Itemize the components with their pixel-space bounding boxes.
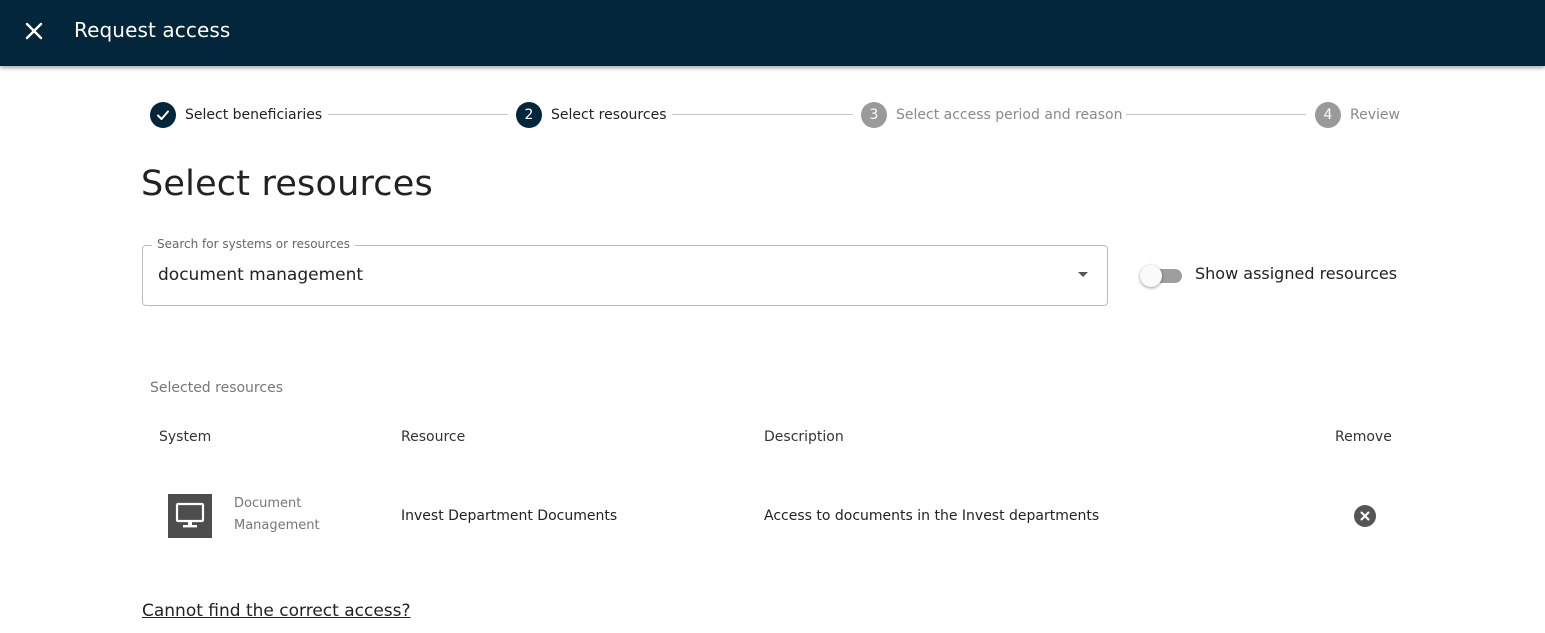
top-app-bar: Request access <box>0 0 1545 66</box>
show-assigned-toggle[interactable] <box>1140 265 1184 287</box>
search-input-label: Search for systems or resources <box>152 237 356 251</box>
toggle-thumb <box>1140 265 1162 287</box>
remove-circle-icon[interactable] <box>1354 505 1376 527</box>
resource-description: Access to documents in the Invest depart… <box>764 508 1100 524</box>
step-number: 3 <box>861 102 887 128</box>
step-select-access-period[interactable]: 3 Select access period and reason <box>861 101 1122 129</box>
step-label: Select resources <box>551 107 667 123</box>
step-label: Select beneficiaries <box>185 107 323 123</box>
cannot-find-access-link[interactable]: Cannot find the correct access? <box>142 601 411 621</box>
step-select-resources[interactable]: 2 Select resources <box>516 101 667 129</box>
show-assigned-label[interactable]: Show assigned resources <box>1195 264 1397 283</box>
system-name: Document Management <box>234 496 320 533</box>
step-label: Review <box>1350 107 1400 123</box>
resource-name: Invest Department Documents <box>401 508 618 524</box>
close-icon[interactable] <box>22 19 46 43</box>
column-header-description: Description <box>764 429 844 445</box>
column-header-system: System <box>159 429 212 445</box>
step-connector <box>672 114 853 115</box>
stepper: Select beneficiaries 2 Select resources … <box>150 101 1402 129</box>
step-number: 2 <box>516 102 542 128</box>
search-input-value[interactable]: document management <box>158 265 363 285</box>
monitor-icon <box>168 494 212 538</box>
step-connector <box>1126 114 1306 115</box>
dropdown-caret-icon[interactable] <box>1078 272 1088 277</box>
step-review[interactable]: 4 Review <box>1315 101 1400 129</box>
page-header-title: Request access <box>74 18 231 42</box>
selected-resources-caption: Selected resources <box>150 380 283 396</box>
step-connector <box>328 114 508 115</box>
step-select-beneficiaries[interactable]: Select beneficiaries <box>150 101 322 129</box>
step-number: 4 <box>1315 102 1341 128</box>
column-header-resource: Resource <box>401 429 466 445</box>
column-header-remove: Remove <box>1335 429 1392 445</box>
page-title: Select resources <box>141 164 433 204</box>
step-label: Select access period and reason <box>896 107 1123 123</box>
checkmark-icon <box>150 102 176 128</box>
